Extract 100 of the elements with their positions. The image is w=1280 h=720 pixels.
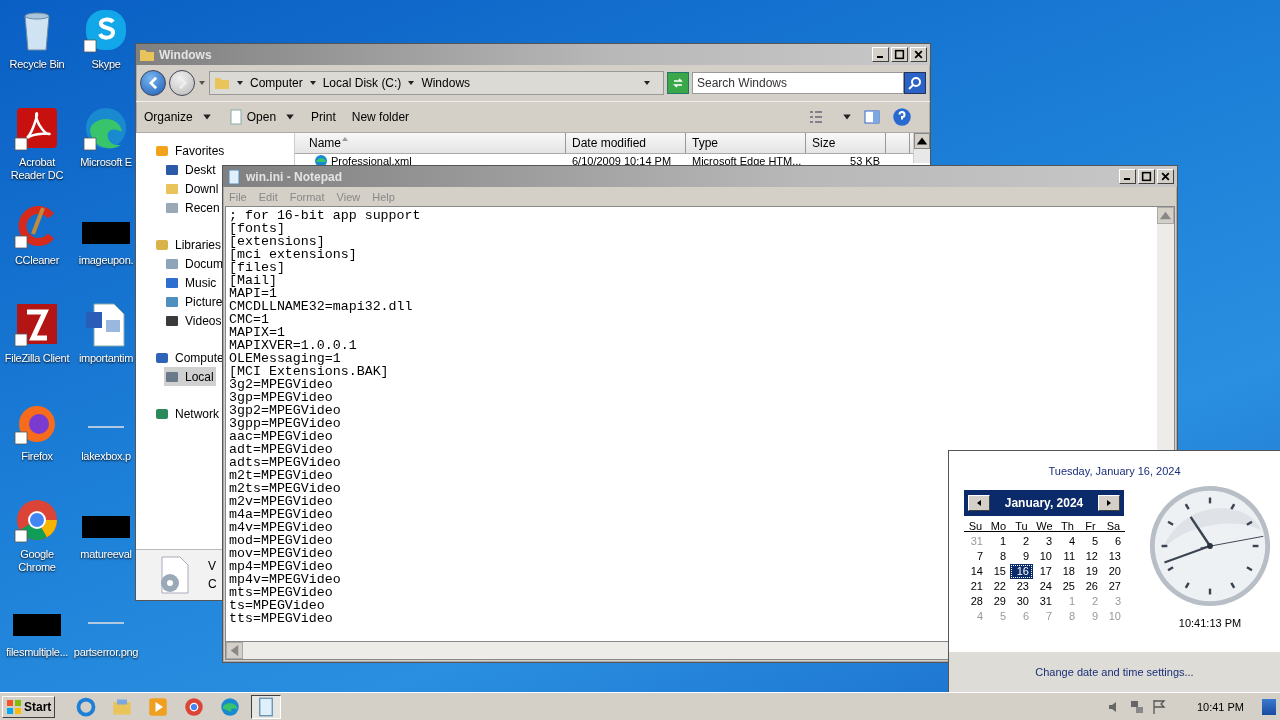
calendar-day[interactable]: 27: [1102, 579, 1125, 594]
desktop-icon-label[interactable]: Skype: [91, 58, 121, 71]
back-button[interactable]: [140, 70, 166, 96]
navigation-item[interactable]: Docum: [164, 254, 225, 273]
maximize-button[interactable]: [1138, 169, 1155, 184]
calendar-day[interactable]: 30: [1010, 594, 1033, 609]
calendar-day[interactable]: 3: [1033, 534, 1056, 549]
calendar-day[interactable]: 11: [1056, 549, 1079, 564]
calendar-day[interactable]: 23: [1010, 579, 1033, 594]
calendar-day[interactable]: 6: [1102, 534, 1125, 549]
caret-icon[interactable]: [407, 79, 416, 87]
navigation-item[interactable]: Favorites: [154, 141, 227, 160]
calendar-day[interactable]: 13: [1102, 549, 1125, 564]
toolbar-button[interactable]: New folder: [351, 110, 410, 124]
start-button[interactable]: Start: [2, 696, 56, 718]
calendar-day[interactable]: 5: [1079, 534, 1102, 549]
calendar-day[interactable]: 15: [987, 564, 1010, 579]
navigation-item[interactable]: Compute: [154, 348, 226, 367]
column-header[interactable]: Size: [806, 133, 886, 153]
desktop-icon-label[interactable]: Microsoft E: [80, 156, 132, 169]
minimize-button[interactable]: [1119, 169, 1136, 184]
scrollbar[interactable]: [913, 133, 930, 163]
navigation-item[interactable]: Deskt: [164, 160, 218, 179]
browser-icon: [220, 697, 241, 717]
calendar-day[interactable]: 8: [987, 549, 1010, 564]
scroll-up-icon[interactable]: [914, 133, 930, 149]
calendar-day[interactable]: 22: [987, 579, 1010, 594]
navigation-item[interactable]: Downl: [164, 179, 221, 198]
close-button[interactable]: [1157, 169, 1174, 184]
view-options-icon[interactable]: [808, 109, 824, 125]
help-icon[interactable]: [892, 107, 912, 127]
toolbar-button[interactable]: Organize: [144, 110, 212, 124]
desktop-icon-label[interactable]: importantim: [78, 352, 134, 365]
calendar-day[interactable]: 24: [1033, 579, 1056, 594]
navigation-item[interactable]: Network: [154, 404, 221, 423]
previous-month-button[interactable]: [968, 495, 990, 511]
caret-icon[interactable]: [308, 79, 317, 87]
calendar-day[interactable]: 1: [987, 534, 1010, 549]
caret-icon[interactable]: [236, 79, 244, 87]
flag-icon[interactable]: [1150, 699, 1167, 715]
breadcrumb-item[interactable]: Windows: [421, 76, 471, 90]
desktop-icon-label[interactable]: Recycle Bin: [9, 58, 65, 71]
desktop-icon-label[interactable]: filesmultiple...: [6, 646, 68, 659]
desktop-icon-label[interactable]: lakexbox.p: [81, 450, 131, 463]
calendar-day[interactable]: 20: [1102, 564, 1125, 579]
search-button[interactable]: [904, 72, 926, 94]
calendar-day[interactable]: 29: [987, 594, 1010, 609]
toolbar-button[interactable]: Open: [227, 109, 296, 125]
column-header[interactable]: Name: [295, 133, 566, 153]
calendar-day[interactable]: 21: [964, 579, 987, 594]
forward-button[interactable]: [169, 70, 195, 96]
desktop-icon-label[interactable]: Firefox: [21, 450, 53, 463]
desktop-icon-label[interactable]: partserror.png: [73, 646, 139, 659]
column-header[interactable]: Type: [686, 133, 806, 153]
calendar-day[interactable]: 18: [1056, 564, 1079, 579]
calendar-day[interactable]: 9: [1010, 549, 1033, 564]
search-field[interactable]: Search Windows: [692, 72, 904, 94]
caret-icon[interactable]: [198, 79, 206, 87]
calendar-day[interactable]: 31: [1033, 594, 1056, 609]
calendar-day[interactable]: 25: [1056, 579, 1079, 594]
calendar-day[interactable]: 14: [964, 564, 987, 579]
navigation-item[interactable]: Videos: [164, 311, 224, 330]
network-icon[interactable]: [1128, 699, 1145, 715]
minimize-button[interactable]: [872, 47, 889, 62]
settings-link[interactable]: Change date and time settings...: [1035, 666, 1194, 678]
desktop-icon-label[interactable]: CCleaner: [14, 254, 60, 267]
calendar-day[interactable]: 26: [1079, 579, 1102, 594]
breadcrumb-item[interactable]: Local Disk (C:): [322, 76, 402, 90]
desktop-icon-label[interactable]: Acrobat Reader DC: [4, 156, 70, 182]
navigation-item[interactable]: Libraries: [154, 235, 224, 254]
address-bar[interactable]: Computer Local Disk (C:) Windows: [209, 71, 664, 95]
navigation-item[interactable]: Picture: [164, 292, 225, 311]
maximize-button[interactable]: [891, 47, 908, 62]
navigation-item[interactable]: Local: [164, 367, 216, 386]
calendar-day[interactable]: 7: [964, 549, 987, 564]
calendar-day[interactable]: 4: [1056, 534, 1079, 549]
desktop-icon-label[interactable]: imageupon.: [78, 254, 134, 267]
taskbar-button[interactable]: [251, 695, 282, 719]
toolbar-button[interactable]: Print: [311, 110, 336, 124]
calendar-day[interactable]: 12: [1079, 549, 1102, 564]
breadcrumb-item[interactable]: Computer: [250, 76, 303, 90]
calendar-day[interactable]: 2: [1010, 534, 1033, 549]
desktop-icon-label[interactable]: matureeval: [80, 548, 132, 561]
caret-icon[interactable]: [643, 79, 651, 87]
next-month-button[interactable]: [1098, 495, 1120, 511]
column-header[interactable]: Date modified: [566, 133, 686, 153]
preview-pane-icon[interactable]: [864, 109, 880, 125]
close-button[interactable]: [910, 47, 927, 62]
navigation-item[interactable]: Music: [164, 273, 219, 292]
calendar-day[interactable]: 10: [1033, 549, 1056, 564]
desktop-icon-label[interactable]: Google Chrome: [4, 548, 70, 574]
refresh-button[interactable]: [667, 72, 689, 94]
calendar-day[interactable]: 17: [1033, 564, 1056, 579]
caret-icon[interactable]: [842, 112, 852, 122]
taskbar-clock[interactable]: 10:41 PM: [1196, 701, 1244, 713]
desktop-icon-label[interactable]: FileZilla Client: [4, 352, 70, 365]
calendar-day[interactable]: 19: [1079, 564, 1102, 579]
calendar-day[interactable]: 28: [964, 594, 987, 609]
calendar-day[interactable]: 16: [1010, 564, 1033, 579]
navigation-item[interactable]: Recen: [164, 198, 222, 217]
